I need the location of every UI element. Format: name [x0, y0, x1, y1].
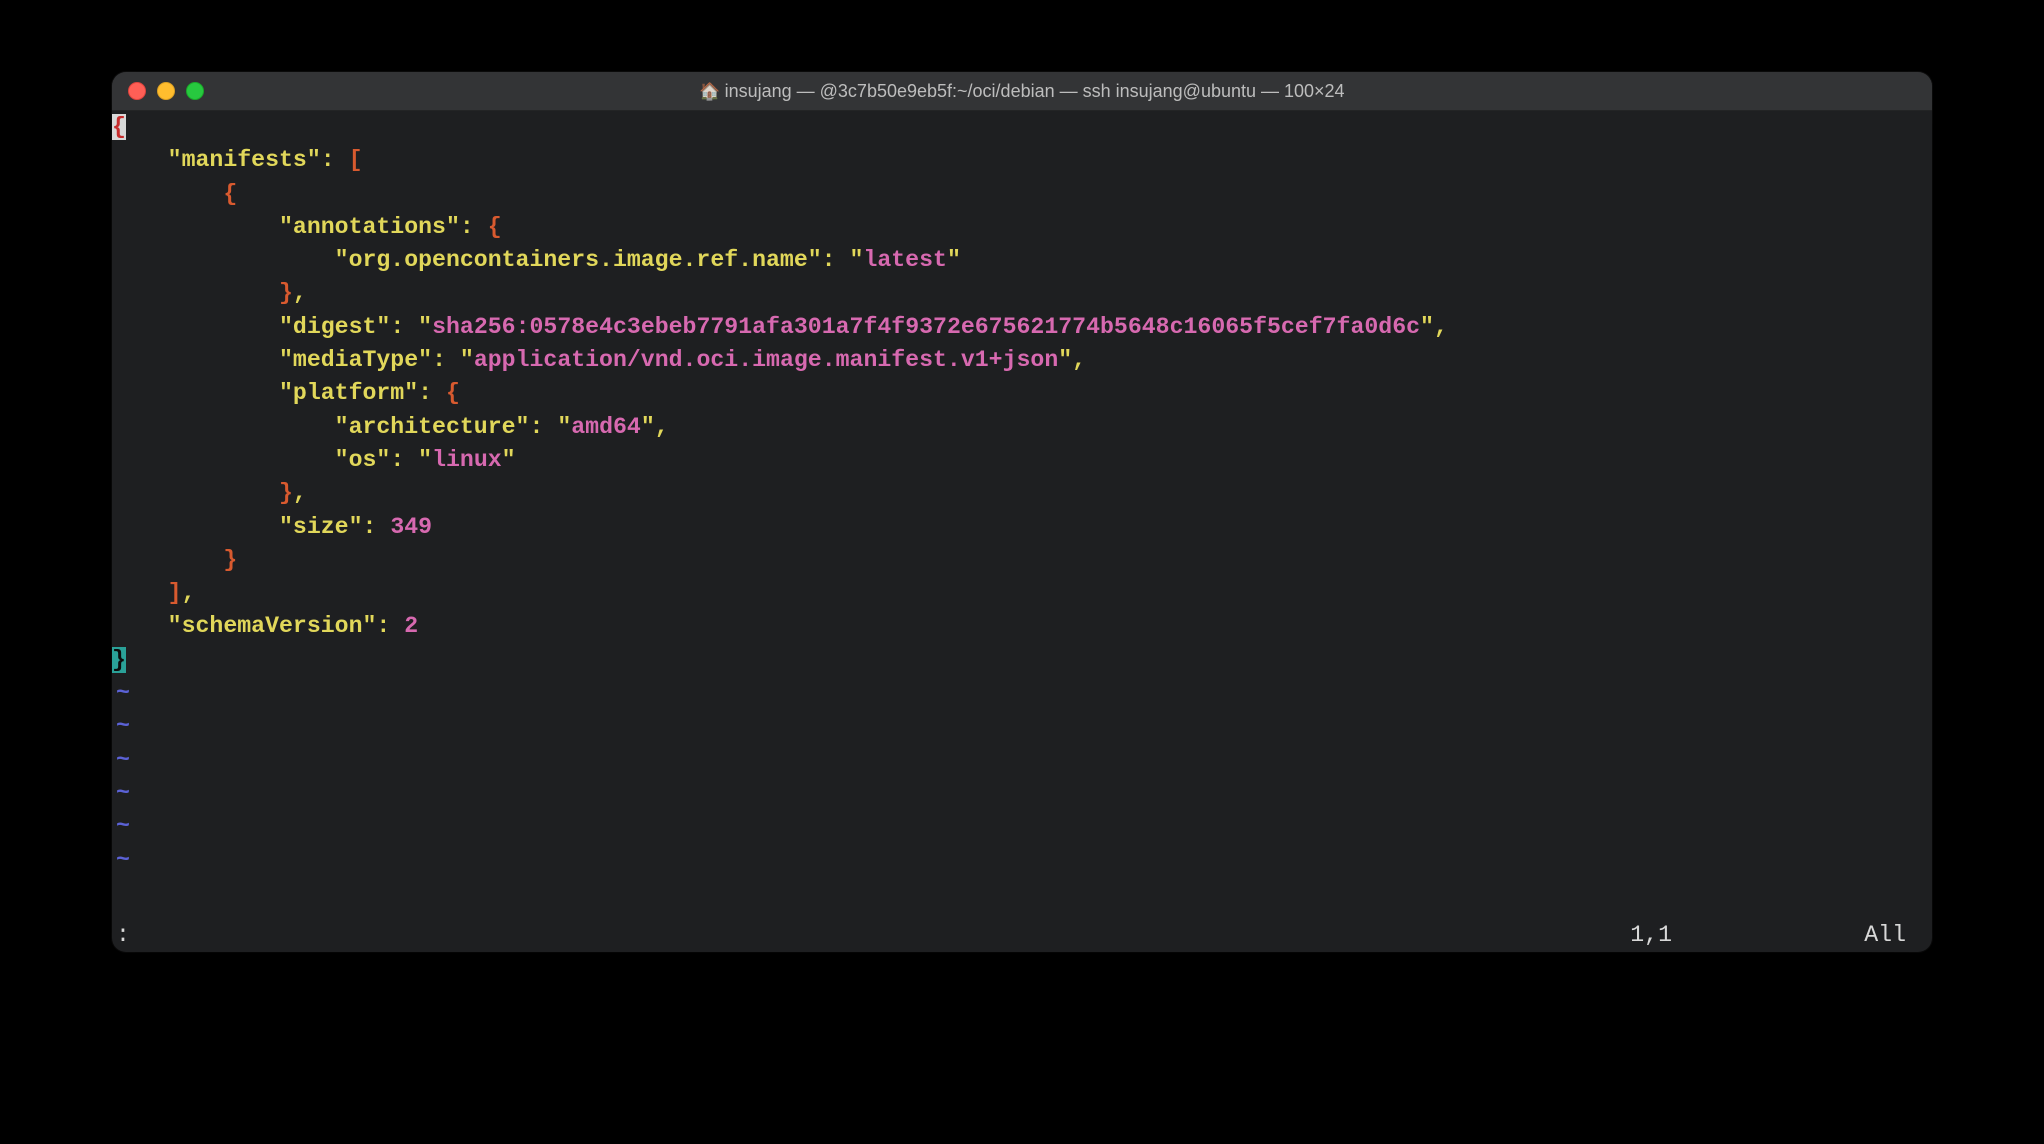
json-key: schemaVersion	[182, 613, 363, 639]
terminal-window: 🏠insujang — @3c7b50e9eb5f:~/oci/debian —…	[112, 72, 1932, 952]
json-key: size	[293, 514, 349, 540]
zoom-icon[interactable]	[186, 82, 204, 100]
editor-content: { "manifests": [ { "annotations": { "org…	[112, 111, 1932, 877]
json-string: sha256:0578e4c3ebeb7791afa301a7f4f9372e6…	[432, 314, 1420, 340]
json-string: amd64	[571, 414, 641, 440]
vim-empty-line: ~	[112, 813, 130, 839]
close-icon[interactable]	[128, 82, 146, 100]
json-key: org.opencontainers.image.ref.name	[349, 247, 808, 273]
titlebar: 🏠insujang — @3c7b50e9eb5f:~/oci/debian —…	[112, 72, 1932, 111]
json-number: 349	[390, 514, 432, 540]
window-title: 🏠insujang — @3c7b50e9eb5f:~/oci/debian —…	[112, 81, 1932, 102]
vim-empty-line: ~	[112, 713, 130, 739]
json-string: linux	[432, 447, 502, 473]
terminal-body[interactable]: { "manifests": [ { "annotations": { "org…	[112, 111, 1932, 952]
json-number: 2	[404, 613, 418, 639]
vim-empty-line: ~	[112, 680, 130, 706]
json-key: digest	[293, 314, 377, 340]
json-key: manifests	[182, 147, 307, 173]
vim-scroll-position: All	[1864, 919, 1906, 952]
vim-status-bar: : 1,1 All	[112, 919, 1932, 952]
json-key: os	[349, 447, 377, 473]
match-brace-close: }	[112, 647, 126, 673]
vim-empty-line: ~	[112, 747, 130, 773]
vim-cursor-position: 1,1	[1630, 919, 1672, 952]
home-icon: 🏠	[699, 82, 720, 102]
window-title-text: insujang — @3c7b50e9eb5f:~/oci/debian — …	[725, 81, 1345, 101]
vim-empty-line: ~	[112, 847, 130, 873]
json-key: architecture	[349, 414, 516, 440]
json-string: latest	[863, 247, 947, 273]
json-key: mediaType	[293, 347, 418, 373]
json-key: platform	[293, 380, 404, 406]
vim-command-line[interactable]: :	[116, 919, 130, 952]
vim-empty-line: ~	[112, 780, 130, 806]
match-brace-open: {	[112, 114, 126, 140]
json-string: application/vnd.oci.image.manifest.v1+js…	[474, 347, 1058, 373]
minimize-icon[interactable]	[157, 82, 175, 100]
json-key: annotations	[293, 214, 446, 240]
window-controls	[112, 82, 204, 100]
